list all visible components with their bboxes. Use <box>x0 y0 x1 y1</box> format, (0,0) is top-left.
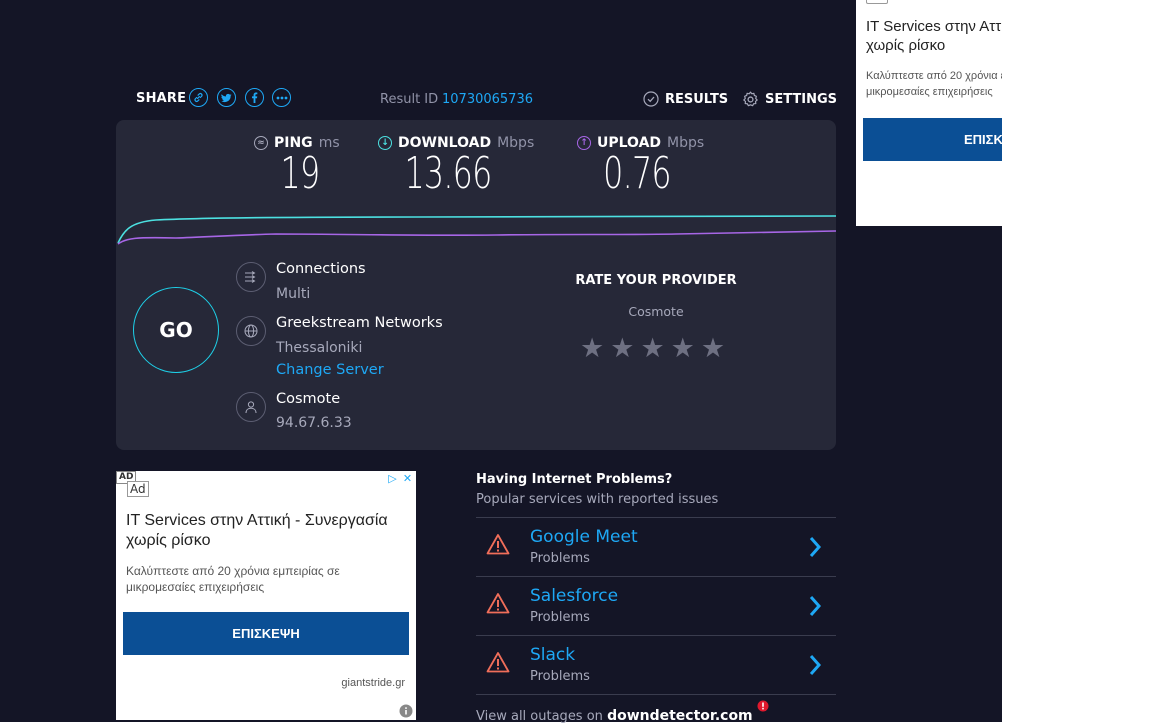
problems-subtitle: Popular services with reported issues <box>476 492 719 507</box>
alert-dot-icon <box>757 700 769 712</box>
side-ad-title[interactable]: IT Services στην Αττική - Συνεργασία χωρ… <box>866 17 1002 55</box>
share-label: SHARE <box>136 91 187 106</box>
upload-arrow-icon: ↑ <box>577 136 591 150</box>
star-icon[interactable]: ★ <box>671 334 695 364</box>
facebook-icon[interactable] <box>245 88 264 107</box>
settings-button[interactable]: SETTINGS <box>742 91 837 108</box>
link-icon[interactable] <box>189 88 208 107</box>
rate-provider-isp: Cosmote <box>628 304 684 319</box>
chevron-right-icon <box>809 655 822 675</box>
results-button[interactable]: RESULTS <box>643 91 728 107</box>
star-icon[interactable]: ★ <box>640 334 664 364</box>
rate-provider-title: RATE YOUR PROVIDER <box>575 273 737 288</box>
results-label: RESULTS <box>665 91 729 107</box>
more-icon[interactable] <box>272 88 291 107</box>
speed-graph <box>117 215 836 245</box>
warning-icon <box>486 652 510 673</box>
side-ad-visit-button[interactable]: ΕΠΙΣΚΕΨΗ <box>863 118 1002 161</box>
connections-title: Connections <box>276 261 366 277</box>
settings-label: SETTINGS <box>765 92 838 107</box>
chevron-right-icon <box>809 537 822 557</box>
service-status: Problems <box>530 669 590 684</box>
ad-checkbox <box>866 0 888 4</box>
warning-icon <box>486 593 510 614</box>
connections-icon <box>236 262 266 292</box>
ping-value: 19 <box>280 148 321 199</box>
server-location: Thessaloniki <box>276 340 363 356</box>
side-advertisement: IT Services στην Αττική - Συνεργασία χωρ… <box>856 0 1002 226</box>
close-icon[interactable]: ✕ <box>401 472 414 485</box>
problem-item-google-meet[interactable]: Google Meet Problems <box>476 517 836 576</box>
star-icon[interactable]: ★ <box>580 334 604 364</box>
star-icon[interactable]: ★ <box>701 334 725 364</box>
ad-controls: ▷ ✕ <box>386 472 414 485</box>
upload-value: 0.76 <box>603 148 671 199</box>
connections-value: Multi <box>276 286 311 302</box>
service-name: Salesforce <box>530 586 619 606</box>
problem-item-salesforce[interactable]: Salesforce Problems <box>476 576 836 635</box>
advertisement: AD Ad ▷ ✕ IT Services στην Αττική - Συνε… <box>116 471 416 720</box>
ad-visit-button[interactable]: ΕΠΙΣΚΕΨΗ <box>123 612 409 655</box>
isp-name: Cosmote <box>276 391 341 407</box>
star-rating: ★ ★ ★ ★ ★ <box>580 334 725 364</box>
star-icon[interactable]: ★ <box>610 334 634 364</box>
ad-choices-icon[interactable]: ▷ <box>386 472 399 485</box>
service-status: Problems <box>530 610 590 625</box>
side-ad-description: Καλύπτεστε από 20 χρόνια εμπειρίας σε μι… <box>866 70 1002 98</box>
twitter-icon[interactable] <box>217 88 236 107</box>
go-button[interactable]: GO <box>133 287 219 373</box>
download-speed-line <box>117 215 836 244</box>
service-status: Problems <box>530 551 590 566</box>
ad-label: Ad <box>127 481 149 497</box>
ad-domain[interactable]: giantstride.gr <box>341 677 405 689</box>
service-name: Google Meet <box>530 527 638 547</box>
change-server-link[interactable]: Change Server <box>276 362 384 378</box>
warning-icon <box>486 534 510 555</box>
user-icon <box>236 392 266 422</box>
globe-icon <box>236 316 266 346</box>
upload-speed-line <box>117 230 836 245</box>
ad-title[interactable]: IT Services στην Αττική - Συνεργασία χωρ… <box>126 511 411 551</box>
ad-description: Καλύπτεστε από 20 χρόνια εμπειρίας σε μι… <box>126 564 340 594</box>
service-name: Slack <box>530 645 576 665</box>
chevron-right-icon <box>809 596 822 616</box>
download-value: 13.66 <box>404 148 492 199</box>
server-name: Greekstream Networks <box>276 315 443 331</box>
problem-item-slack[interactable]: Slack Problems <box>476 635 836 695</box>
gear-icon <box>743 91 758 107</box>
check-circle-icon <box>643 91 659 107</box>
result-id-label: Result ID <box>380 92 439 107</box>
result-id-link[interactable]: 10730065736 <box>442 92 533 107</box>
download-arrow-icon: ↓ <box>378 136 392 150</box>
download-unit: Mbps <box>497 135 535 151</box>
info-icon[interactable] <box>399 704 413 718</box>
ip-address: 94.67.6.33 <box>276 415 352 431</box>
problems-title: Having Internet Problems? <box>476 472 673 487</box>
